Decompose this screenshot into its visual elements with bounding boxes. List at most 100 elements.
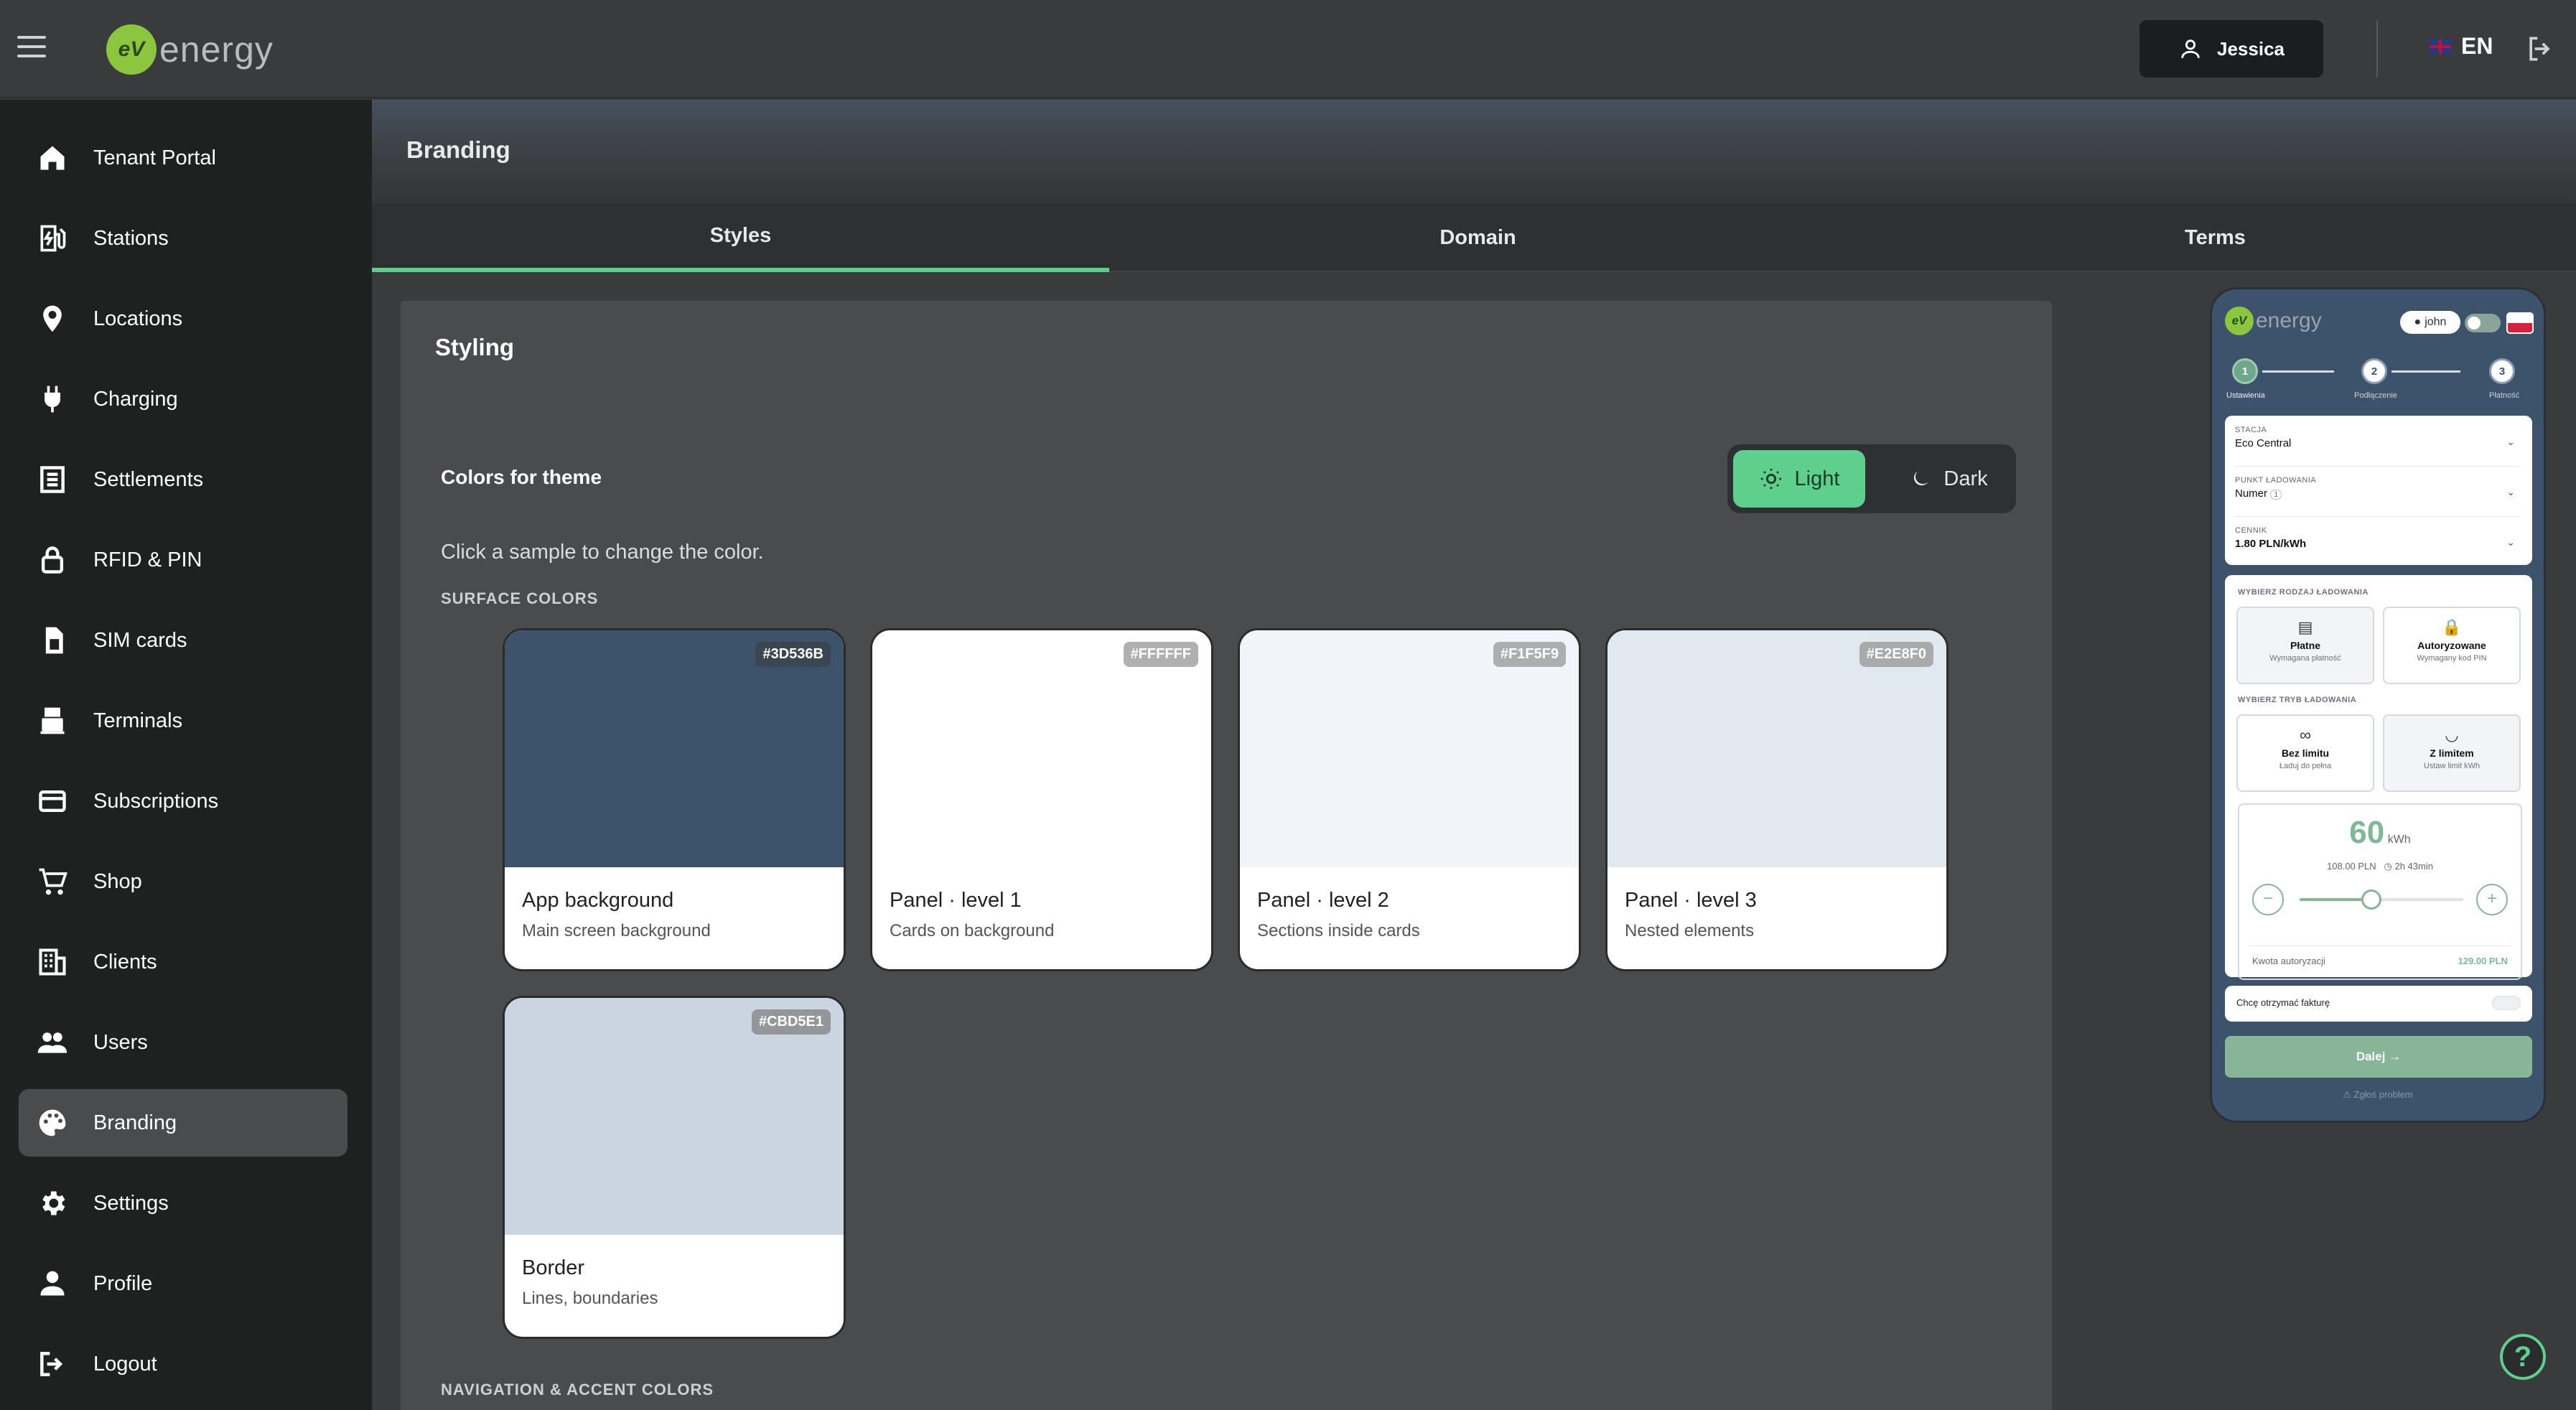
styling-card: Styling Colors for theme Light Dark Clic… <box>401 301 2052 1410</box>
page-header <box>372 100 2576 203</box>
field-value: Numer <box>2235 487 2268 500</box>
preview-step-label: Podłączenie <box>2354 391 2397 400</box>
swatch-sample[interactable]: #CBD5E1 <box>505 998 844 1235</box>
charge-type-authorized: 🔒 Autoryzowane Wymagany kod PIN <box>2383 607 2521 684</box>
tab-domain[interactable]: Domain <box>1109 203 1847 272</box>
option-title: Bez limitu <box>2281 747 2330 759</box>
chevron-down-icon: ⌄ <box>2506 486 2515 498</box>
preview-logo: eV energy <box>2225 307 2322 335</box>
ev-station-icon <box>34 220 70 256</box>
users-icon <box>34 1024 70 1060</box>
sidebar-item-label: Terminals <box>93 709 183 732</box>
swatch-description: Cards on background <box>890 921 1055 940</box>
person-icon <box>34 1266 70 1302</box>
pl-flag-icon <box>2506 312 2534 334</box>
language-selector[interactable]: EN <box>2430 33 2493 60</box>
kwh-value: 60 <box>2349 815 2385 850</box>
sidebar-item-profile[interactable]: Profile <box>19 1250 347 1317</box>
field-badge: 1 <box>2270 490 2282 500</box>
swatch-app-background[interactable]: #3D536B App background Main screen backgr… <box>503 628 846 971</box>
sidebar-item-terminals[interactable]: Terminals <box>19 687 347 755</box>
swatch-panel-level-2[interactable]: #F1F5F9 Panel · level 2 Sections inside c… <box>1238 628 1581 971</box>
swatch-name: App background <box>522 889 674 912</box>
option-subtitle: Wymagana płatność <box>2269 654 2341 663</box>
user-button[interactable]: Jessica <box>2139 20 2323 78</box>
step-line <box>2391 370 2460 373</box>
auth-label: Kwota autoryzacji <box>2252 956 2325 966</box>
kwh-slider <box>2300 890 2463 910</box>
page-title: Branding <box>406 136 510 163</box>
preview-field-station: STACJA Eco Central ⌄ <box>2235 426 2515 449</box>
theme-dark-label: Dark <box>1943 467 1988 490</box>
lock-icon <box>34 542 70 578</box>
sidebar-item-stations[interactable]: Stations <box>19 205 347 272</box>
sidebar-item-subscriptions[interactable]: Subscriptions <box>19 767 347 835</box>
logout-icon[interactable] <box>2524 33 2556 68</box>
preview-invoice-row: Chcę otrzymać fakturę <box>2225 986 2532 1022</box>
tab-terms[interactable]: Terms <box>1847 203 2576 272</box>
preview-step-1: 1 <box>2232 358 2258 384</box>
help-icon[interactable]: ? <box>2500 1334 2546 1380</box>
navigation-accent-heading: NAVIGATION & ACCENT COLORS <box>441 1381 714 1399</box>
swatch-sample[interactable]: #FFFFFF <box>872 630 1211 867</box>
logo-badge: eV <box>106 24 157 75</box>
preview-logo-badge: eV <box>2225 307 2254 335</box>
sidebar-item-logout[interactable]: Logout <box>19 1330 347 1398</box>
sidebar-item-label: Locations <box>93 307 183 330</box>
cart-icon <box>34 864 70 900</box>
swatch-panel-level-1[interactable]: #FFFFFF Panel · level 1 Cards on backgrou… <box>870 628 1213 971</box>
sidebar-item-label: Settings <box>93 1191 169 1215</box>
sidebar-item-clients[interactable]: Clients <box>19 928 347 996</box>
field-value: 1.80 PLN/kWh <box>2235 538 2307 550</box>
theme-dark-button[interactable]: Dark <box>1885 450 2012 508</box>
time-estimate: 2h 43min <box>2394 861 2433 872</box>
sidebar-item-settlements[interactable]: Settlements <box>19 446 347 513</box>
swatch-panel-level-3[interactable]: #E2E8F0 Panel · level 3 Nested elements <box>1605 628 1949 971</box>
sidebar-item-users[interactable]: Users <box>19 1009 347 1076</box>
field-value: Eco Central <box>2235 437 2292 449</box>
field-label: PUNKT ŁADOWANIA <box>2235 476 2317 485</box>
sidebar-item-rfid-pin[interactable]: RFID & PIN <box>19 526 347 594</box>
swatch-sample[interactable]: #F1F5F9 <box>1240 630 1579 867</box>
theme-light-label: Light <box>1794 467 1840 490</box>
sidebar-item-label: Settlements <box>93 467 204 491</box>
theme-toggle: Light Dark <box>1727 444 2016 513</box>
slider-thumb <box>2361 890 2382 910</box>
sidebar-item-branding[interactable]: Branding <box>19 1089 347 1157</box>
preview-field-price: CENNIK 1.80 PLN/kWh ⌄ <box>2235 526 2515 550</box>
app-logo[interactable]: eV energy <box>106 24 274 75</box>
terminal-icon <box>34 703 70 739</box>
sidebar-item-locations[interactable]: Locations <box>19 285 347 352</box>
hex-badge: #3D536B <box>755 642 831 667</box>
menu-icon[interactable] <box>17 36 46 60</box>
sidebar-item-sim-cards[interactable]: SIM cards <box>19 607 347 674</box>
charge-mode-heading: WYBIERZ TRYB ŁADOWANIA <box>2238 696 2357 704</box>
lock-icon: 🔒 <box>2442 618 2462 636</box>
sidebar-item-label: SIM cards <box>93 628 187 652</box>
hex-badge: #E2E8F0 <box>1859 642 1933 667</box>
swatch-name: Border <box>522 1256 585 1279</box>
swatch-description: Nested elements <box>1625 921 1755 940</box>
sidebar-item-tenant-portal[interactable]: Tenant Portal <box>19 124 347 192</box>
sidebar-item-charging[interactable]: Charging <box>19 365 347 433</box>
wallet-icon: ▤ <box>2297 618 2313 636</box>
tab-styles[interactable]: Styles <box>372 203 1109 272</box>
invoice-toggle <box>2492 996 2521 1010</box>
swatch-sample[interactable]: #E2E8F0 <box>1607 630 1946 867</box>
card-icon <box>34 783 70 819</box>
slider-fill <box>2300 898 2372 901</box>
sidebar-item-settings[interactable]: Settings <box>19 1169 347 1237</box>
language-code: EN <box>2461 33 2493 59</box>
option-subtitle: Wymagany kod PIN <box>2417 654 2487 663</box>
home-icon <box>34 140 70 176</box>
divider <box>2376 20 2378 78</box>
swatch-description: Main screen background <box>522 921 711 940</box>
field-label: CENNIK <box>2235 526 2267 535</box>
swatch-border[interactable]: #CBD5E1 Border Lines, boundaries <box>503 996 846 1339</box>
sidebar-item-shop[interactable]: Shop <box>19 848 347 915</box>
plug-icon <box>34 381 70 417</box>
theme-light-button[interactable]: Light <box>1733 450 1865 508</box>
palette-icon <box>34 1105 70 1141</box>
swatch-sample[interactable]: #3D536B <box>505 630 844 867</box>
auth-value: 129.00 PLN <box>2458 956 2508 966</box>
